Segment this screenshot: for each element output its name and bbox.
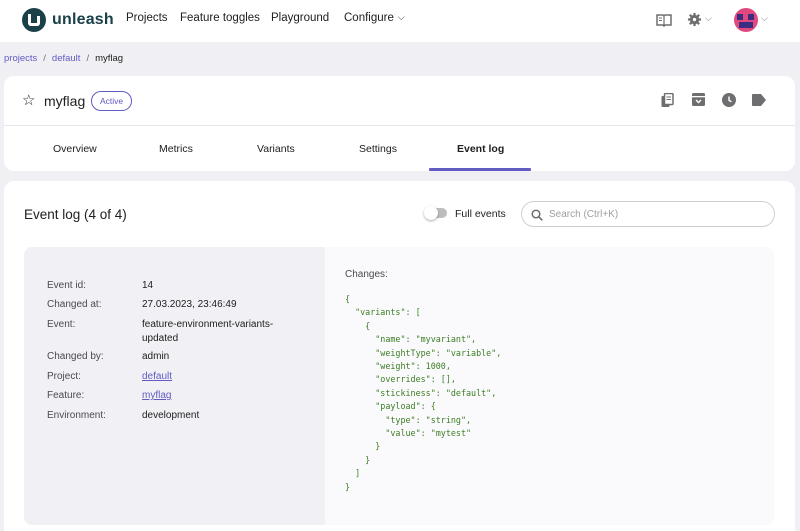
active-tab-indicator: [429, 168, 531, 171]
toggle-knob: [424, 206, 438, 220]
avatar[interactable]: [734, 8, 758, 32]
search-icon: [531, 208, 543, 226]
app-name[interactable]: unleash: [52, 11, 114, 29]
breadcrumb-projects[interactable]: projects: [4, 53, 37, 64]
nav-configure[interactable]: Configure ⌵: [344, 12, 405, 24]
tab-variants[interactable]: Variants: [257, 143, 295, 155]
archive-icon[interactable]: [692, 93, 706, 107]
chevron-down-icon[interactable]: ⌵: [705, 13, 712, 24]
star-outline-icon[interactable]: ☆: [22, 91, 35, 109]
copy-icon[interactable]: [661, 92, 675, 107]
nav-projects[interactable]: Projects: [126, 12, 168, 24]
feature-label: Feature:: [47, 390, 85, 401]
changed-at-value: 27.03.2023, 23:46:49: [142, 299, 237, 310]
project-link[interactable]: default: [142, 370, 172, 384]
tab-event-log[interactable]: Event log: [457, 143, 504, 155]
breadcrumb-separator: /: [43, 53, 46, 64]
changed-by-label: Changed by:: [47, 351, 104, 362]
clock-icon[interactable]: [722, 93, 736, 107]
book-icon[interactable]: [656, 13, 672, 32]
breadcrumb-default[interactable]: default: [52, 53, 81, 64]
search-input[interactable]: [549, 206, 764, 223]
changes-json: { "variants": [ { "name": "myvariant", "…: [345, 294, 502, 492]
event-details: Event id: 14 Changed at: 27.03.2023, 23:…: [24, 247, 325, 525]
breadcrumb: projects / default / myflag: [4, 53, 123, 64]
full-events-label[interactable]: Full events: [455, 208, 506, 220]
event-id-value: 14: [142, 280, 154, 291]
feature-link[interactable]: myflag: [142, 389, 171, 403]
tab-settings[interactable]: Settings: [359, 143, 397, 155]
changed-at-label: Changed at:: [47, 299, 102, 310]
event-log-panel: Event log (4 of 4) Full events Event id:…: [4, 181, 795, 531]
feature-title-bar: ☆ myflag Active: [4, 76, 795, 126]
nav-playground[interactable]: Playground: [271, 12, 329, 24]
tag-icon[interactable]: [752, 93, 766, 107]
changes-title: Changes:: [345, 269, 388, 280]
search-box[interactable]: [521, 201, 775, 227]
feature-name: myflag: [44, 93, 86, 109]
feature-header: ☆ myflag Active Overview Metrics Variant…: [4, 76, 795, 171]
event-log-title: Event log (4 of 4): [24, 207, 127, 222]
tab-overview[interactable]: Overview: [53, 143, 97, 155]
event-type-label: Event:: [47, 319, 76, 330]
full-events-toggle[interactable]: [424, 206, 447, 220]
chevron-down-icon: ⌵: [397, 12, 405, 22]
changes-panel: Changes: { "variants": [ { "name": "myva…: [325, 247, 774, 525]
event-type-value: feature-environment-variants-updated: [142, 319, 274, 344]
environment-value: development: [142, 410, 200, 421]
event-id-label: Event id:: [47, 280, 86, 291]
feature-tabs: Overview Metrics Variants Settings Event…: [4, 126, 795, 171]
changed-by-value: admin: [142, 351, 170, 362]
top-navigation: unleash Projects Feature toggles Playgro…: [0, 0, 800, 42]
nav-configure-label: Configure: [344, 12, 394, 24]
status-badge: Active: [91, 91, 133, 111]
breadcrumb-current: myflag: [95, 53, 124, 64]
event-entry: Event id: 14 Changed at: 27.03.2023, 23:…: [24, 247, 774, 525]
environment-label: Environment:: [47, 410, 106, 421]
unleash-logo-icon[interactable]: [22, 8, 46, 32]
gear-icon[interactable]: [687, 12, 702, 32]
project-label: Project:: [47, 371, 81, 382]
chevron-down-icon[interactable]: ⌵: [761, 13, 768, 24]
breadcrumb-separator: /: [86, 53, 90, 64]
nav-feature-toggles[interactable]: Feature toggles: [180, 12, 260, 24]
tab-metrics[interactable]: Metrics: [159, 143, 193, 155]
